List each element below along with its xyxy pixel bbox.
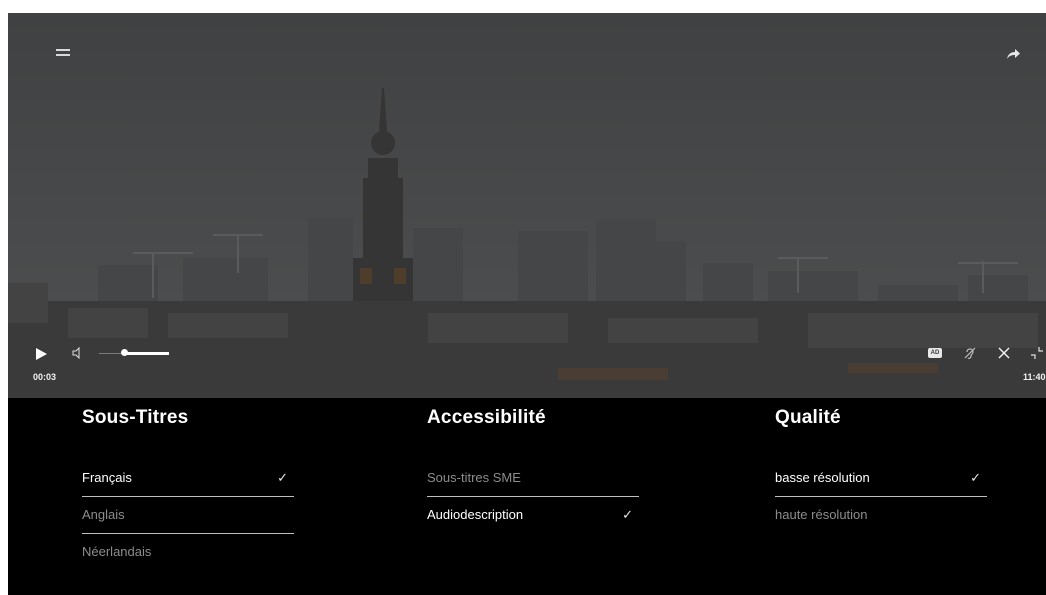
- current-time: 00:03: [33, 372, 57, 382]
- audio-description-icon[interactable]: AD: [928, 348, 942, 358]
- volume-fill: [123, 352, 169, 355]
- quality-option-low[interactable]: basse résolution ✓: [775, 460, 987, 497]
- quality-title: Qualité: [775, 407, 841, 428]
- option-label: basse résolution: [775, 470, 870, 485]
- volume-icon[interactable]: [71, 346, 85, 360]
- city-skyline-image: [8, 13, 1046, 398]
- accessibility-title: Accessibilité: [427, 407, 546, 428]
- subtitle-option-dutch[interactable]: Néerlandais: [82, 534, 294, 571]
- close-icon[interactable]: [997, 346, 1011, 360]
- option-label: Français: [82, 470, 132, 485]
- option-label: Audiodescription: [427, 507, 524, 522]
- check-icon: ✓: [970, 470, 981, 485]
- video-frame[interactable]: 00:03 11:40 AD: [8, 13, 1046, 398]
- check-icon: ✓: [277, 470, 288, 485]
- share-icon[interactable]: [1005, 47, 1021, 61]
- subtitle-option-french[interactable]: Français ✓: [82, 460, 294, 497]
- volume-knob[interactable]: [120, 349, 128, 356]
- quality-option-high[interactable]: haute résolution: [775, 497, 987, 534]
- option-label: Néerlandais: [82, 544, 152, 559]
- option-label: Anglais: [82, 507, 125, 522]
- option-label: Sous-titres SME: [427, 470, 521, 485]
- subtitles-title: Sous-Titres: [82, 407, 189, 428]
- hearing-impaired-icon[interactable]: [963, 346, 977, 360]
- play-icon[interactable]: [35, 348, 47, 360]
- subtitles-panel: Sous-Titres Français ✓ Anglais Néerlanda…: [82, 406, 294, 571]
- quality-panel: Qualité basse résolution ✓ haute résolut…: [775, 406, 987, 534]
- accessibility-option-sme-subtitles[interactable]: Sous-titres SME: [427, 460, 639, 497]
- total-duration: 11:40: [1023, 372, 1046, 382]
- accessibility-panel: Accessibilité Sous-titres SME Audiodescr…: [427, 406, 639, 534]
- menu-icon[interactable]: [56, 49, 70, 59]
- option-label: haute résolution: [775, 507, 868, 522]
- check-icon: ✓: [622, 507, 633, 522]
- exit-fullscreen-icon[interactable]: [1030, 346, 1044, 360]
- subtitle-option-english[interactable]: Anglais: [82, 497, 294, 534]
- volume-slider[interactable]: [99, 349, 169, 356]
- accessibility-option-audiodescription[interactable]: Audiodescription ✓: [427, 497, 639, 534]
